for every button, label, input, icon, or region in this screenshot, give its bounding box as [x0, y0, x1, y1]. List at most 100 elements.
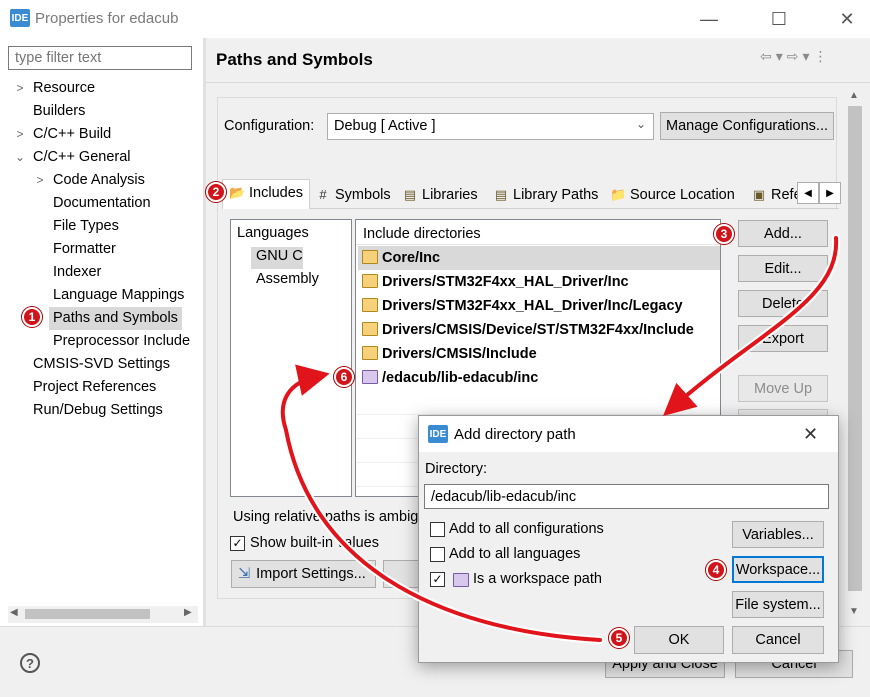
tab-label: Libraries	[422, 187, 478, 203]
tab-source-location[interactable]: 📁 Source Location	[604, 182, 741, 208]
tab-scroll-right-icon[interactable]: ▶	[819, 182, 841, 204]
chevron-down-icon[interactable]: ⌄	[636, 117, 646, 131]
dialog-cancel-button[interactable]: Cancel	[732, 626, 824, 654]
header-separator	[356, 244, 720, 245]
include-directories-header: Include directories	[363, 226, 481, 242]
scroll-left-icon[interactable]: ◀	[10, 607, 18, 618]
filter-input[interactable]	[8, 46, 192, 70]
tree-item-file-types[interactable]: File Types	[53, 215, 119, 238]
maximize-icon[interactable]: ☐	[756, 0, 802, 38]
tree-item-preprocessor-include[interactable]: Preprocessor Include	[53, 330, 190, 353]
close-icon[interactable]: ✕	[803, 424, 818, 445]
add-all-configs-label: Add to all configurations	[449, 521, 604, 537]
tree-item-code-analysis[interactable]: Code Analysis	[53, 169, 145, 192]
chevron-right-icon[interactable]: >	[12, 77, 28, 100]
source-location-icon: 📁	[610, 187, 627, 202]
edit-button[interactable]: Edit...	[738, 255, 828, 282]
close-icon[interactable]: ✕	[824, 0, 870, 38]
scroll-right-icon[interactable]: ▶	[184, 607, 192, 618]
page-title: Paths and Symbols	[216, 50, 373, 69]
tab-symbols[interactable]: # Symbols	[309, 182, 397, 208]
tab-includes[interactable]: 📂 Includes	[222, 179, 311, 209]
configuration-select[interactable]: Debug [ Active ]	[327, 113, 654, 140]
tab-label: Symbols	[335, 187, 391, 203]
directory-input[interactable]	[424, 484, 829, 509]
tree-item-cmsis-svd-settings[interactable]: CMSIS-SVD Settings	[33, 353, 170, 376]
view-menu-icon[interactable]: ⋮	[814, 48, 832, 64]
add-button[interactable]: Add...	[738, 220, 828, 247]
scroll-down-icon[interactable]: ▼	[849, 606, 859, 617]
include-path: Core/Inc	[382, 250, 441, 266]
tab-libraries[interactable]: ▤ Libraries	[396, 182, 484, 208]
show-builtin-checkbox[interactable]: ✓	[230, 536, 245, 551]
table-row[interactable]: Drivers/STM32F4xx_HAL_Driver/Inc/Legacy	[358, 294, 720, 318]
table-row[interactable]: Drivers/CMSIS/Include	[358, 342, 720, 366]
tab-label: Library Paths	[513, 187, 599, 203]
forward-arrow-icon[interactable]: ⇨	[787, 48, 803, 64]
include-path: /edacub/lib-edacub/inc	[382, 370, 539, 386]
move-up-button[interactable]: Move Up	[738, 375, 828, 402]
tree-item-documentation[interactable]: Documentation	[53, 192, 151, 215]
directory-label: Directory:	[425, 461, 488, 477]
export-settings-button[interactable]	[383, 560, 423, 588]
step-marker-1: 1	[22, 307, 42, 327]
back-arrow-icon[interactable]: ⇦	[760, 48, 776, 64]
delete-button[interactable]: Delete	[738, 290, 828, 317]
include-folder-icon	[362, 274, 378, 288]
ok-button[interactable]: OK	[634, 626, 724, 654]
add-all-languages-checkbox[interactable]	[430, 547, 445, 562]
tree-item-formatter[interactable]: Formatter	[53, 238, 116, 261]
workspace-path-checkbox[interactable]: ✓	[430, 572, 445, 587]
step-marker-4: 4	[706, 560, 726, 580]
import-settings-button[interactable]: ⇲ Import Settings...	[231, 560, 376, 588]
manage-configurations-button[interactable]: Manage Configurations...	[660, 112, 834, 140]
chevron-down-icon[interactable]: ⌄	[12, 146, 28, 169]
variables-button[interactable]: Variables...	[732, 521, 824, 548]
languages-header: Languages	[237, 225, 309, 241]
step-marker-5: 5	[609, 628, 629, 648]
scroll-up-icon[interactable]: ▲	[849, 90, 859, 101]
file-system-button[interactable]: File system...	[732, 591, 824, 618]
add-all-configs-checkbox[interactable]	[430, 522, 445, 537]
tree-item-cpp-build[interactable]: C/C++ Build	[33, 123, 111, 146]
tab-library-paths[interactable]: ▤ Library Paths	[487, 182, 604, 208]
table-row[interactable]: Drivers/CMSIS/Device/ST/STM32F4xx/Includ…	[358, 318, 720, 342]
relative-paths-note: Using relative paths is ambig	[233, 509, 419, 525]
ide-logo-icon: IDE	[428, 425, 448, 443]
language-item-assembly[interactable]: Assembly	[256, 271, 319, 287]
tree-item-resource[interactable]: Resource	[33, 77, 95, 100]
tree-item-indexer[interactable]: Indexer	[53, 261, 101, 284]
tree-item-run-debug-settings[interactable]: Run/Debug Settings	[33, 399, 163, 422]
table-row[interactable]: Core/Inc	[358, 246, 720, 270]
workspace-folder-icon	[362, 370, 378, 384]
table-row[interactable]: /edacub/lib-edacub/inc	[358, 366, 720, 390]
minimize-icon[interactable]: —	[686, 0, 732, 38]
workspace-button[interactable]: Workspace...	[732, 556, 824, 583]
forward-dropdown-icon[interactable]: ▾	[803, 48, 814, 64]
export-button[interactable]: Export	[738, 325, 828, 352]
include-folder-icon	[362, 346, 378, 360]
configuration-label: Configuration:	[224, 118, 315, 134]
left-scroll-thumb[interactable]	[25, 609, 150, 619]
chevron-right-icon[interactable]: >	[32, 169, 48, 192]
language-item-gnu-c[interactable]: GNU C	[256, 248, 303, 264]
tree-item-project-references[interactable]: Project References	[33, 376, 156, 399]
include-path: Drivers/CMSIS/Include	[382, 346, 537, 362]
back-dropdown-icon[interactable]: ▾	[776, 48, 787, 64]
chevron-right-icon[interactable]: >	[12, 123, 28, 146]
tab-scroll-left-icon[interactable]: ◀	[797, 182, 819, 204]
window-title: Properties for edacub	[35, 10, 179, 27]
tree-item-cpp-general[interactable]: C/C++ General	[33, 146, 131, 169]
tree-item-language-mappings[interactable]: Language Mappings	[53, 284, 184, 307]
right-scroll-thumb[interactable]	[848, 106, 862, 591]
tab-label: Includes	[249, 185, 304, 201]
help-icon[interactable]: ?	[20, 653, 40, 673]
history-nav: ⇦▾⇨▾⋮	[760, 48, 832, 65]
include-folder-icon	[362, 322, 378, 336]
tree-item-builders[interactable]: Builders	[33, 100, 85, 123]
tree-item-paths-and-symbols[interactable]: Paths and Symbols	[49, 307, 182, 330]
show-builtin-label: Show built-in values	[250, 535, 379, 551]
table-row[interactable]: Drivers/STM32F4xx_HAL_Driver/Inc	[358, 270, 720, 294]
step-marker-3: 3	[714, 224, 734, 244]
hash-icon: #	[319, 187, 327, 202]
